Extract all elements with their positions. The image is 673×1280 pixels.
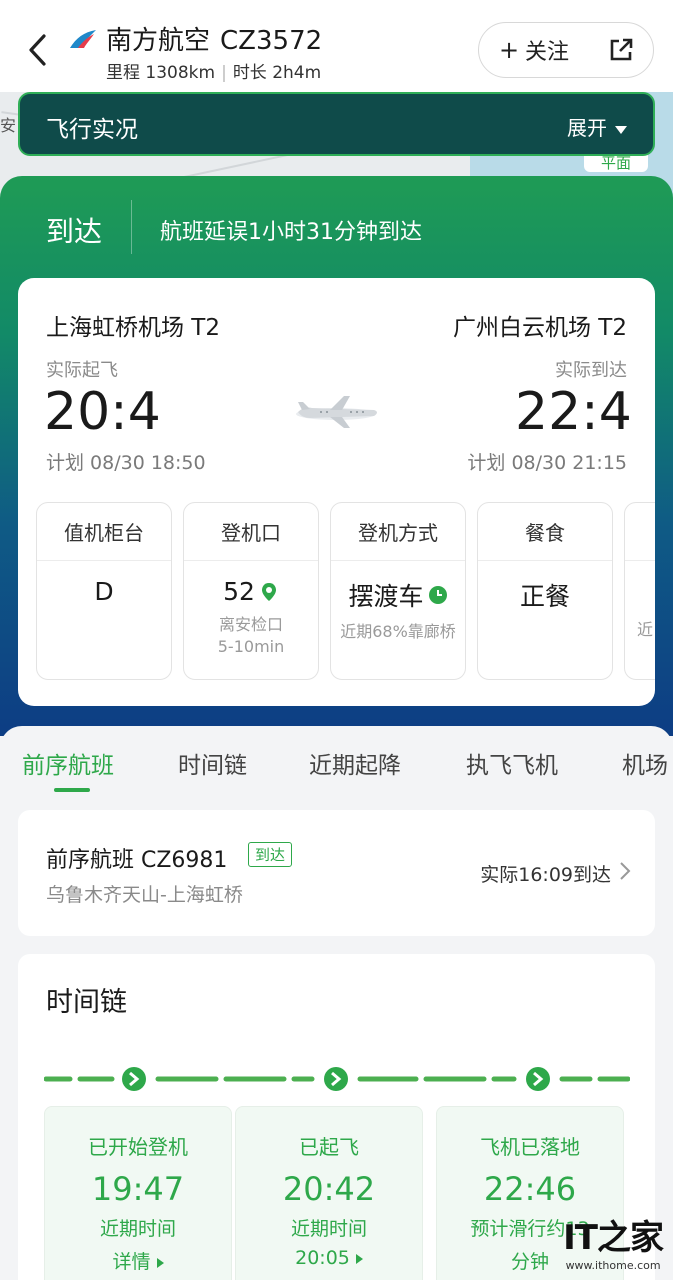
tile-value: 52: [184, 577, 318, 606]
previous-flight-actual: 实际16:09到达: [480, 864, 611, 886]
app-header: 南方航空 CZ3572 里程 1308km | 时长 2h4m + 关注: [0, 0, 673, 92]
stage-detail-link[interactable]: 详情: [45, 1247, 231, 1274]
tile-title: 登机口: [184, 503, 318, 561]
meal-tile[interactable]: 餐食 正餐: [477, 502, 613, 680]
caret-right-icon: [156, 1257, 164, 1268]
expand-button[interactable]: 展开: [567, 112, 627, 141]
previous-flight-title: 前序航班 CZ6981: [46, 848, 228, 873]
tab-indicator: [54, 788, 90, 792]
location-pin-icon: [261, 582, 276, 601]
chevron-right-icon: [620, 862, 631, 880]
tile-note: 近: [637, 620, 654, 639]
duration-text: 时长 2h4m: [232, 63, 322, 83]
arrival-status: 到达: [46, 215, 103, 248]
expand-label: 展开: [567, 116, 607, 140]
stage-boarding: 已开始登机 19:47 近期时间 详情: [44, 1106, 232, 1280]
follow-button[interactable]: + 关注: [479, 23, 589, 77]
arrival-plan: 计划 08/30 21:15: [467, 452, 627, 474]
tile-value: 摆渡车: [331, 577, 465, 613]
info-tiles: 值机柜台 D 登机口 52 离安检口 5-10min 登机方式 摆渡车 近期68…: [36, 502, 655, 682]
follow-label: 关注: [525, 40, 570, 65]
airline-name: 南方航空: [106, 26, 211, 56]
detail-section: 前序航班 时间链 近期起降 执飞飞机 机场 前序航班 CZ6981 到达 乌鲁木…: [0, 726, 673, 1280]
arrival-time: 22:46: [515, 382, 629, 442]
flight-meta: 里程 1308km | 时长 2h4m: [106, 63, 322, 83]
tile-title: 登机方式: [331, 503, 465, 561]
stage-label: 已起飞: [299, 1135, 359, 1159]
tab-time-chain[interactable]: 时间链: [178, 746, 247, 780]
arrival-kind: 实际到达: [555, 360, 627, 381]
stage-sub: 近期时间: [290, 1218, 367, 1240]
boarding-method-tile[interactable]: 登机方式 摆渡车 近期68%靠廊桥: [330, 502, 466, 680]
flight-title: 南方航空 CZ3572: [106, 20, 322, 57]
extra-tile[interactable]: 近: [624, 502, 655, 680]
tab-aircraft[interactable]: 执飞飞机: [466, 746, 558, 780]
flight-status-hero: 到达 航班延误1小时31分钟到达 上海虹桥机场 T2 广州白云机场 T2 实际起…: [0, 176, 673, 736]
stage-time: 20:42: [282, 1170, 376, 1208]
tile-note: 近期68%靠廊桥: [340, 622, 456, 641]
stage-takeoff: 已起飞 20:42 近期时间 20:05: [235, 1106, 423, 1280]
watermark-url: www.ithome.com: [565, 1259, 661, 1272]
time-chain-card: 时间链 已开始登机 19:47 近期时间 详情 已起飞 20:42 近期时间 2…: [18, 954, 655, 1280]
plus-icon: +: [498, 36, 520, 64]
stage-node-icon: [324, 1067, 348, 1091]
stage-time: 19:47: [91, 1170, 185, 1208]
caret-right-icon: [355, 1253, 363, 1264]
header-actions: + 关注: [478, 22, 654, 78]
departure-time: 20:42: [44, 382, 162, 442]
flight-live-label: 飞行实况: [46, 117, 138, 143]
tab-airport[interactable]: 机场: [622, 746, 668, 780]
arrival-airport: 广州白云机场 T2: [453, 315, 627, 341]
delay-message: 航班延误1小时31分钟到达: [160, 220, 422, 245]
departure-plan: 计划 08/30 18:50: [46, 452, 206, 474]
flight-time-card: 上海虹桥机场 T2 广州白云机场 T2 实际起飞 实际到达 20:42 22:4…: [18, 278, 655, 706]
tab-bar: 前序航班 时间链 近期起降 执飞飞机 机场: [0, 726, 673, 800]
stage-node-icon: [122, 1067, 146, 1091]
tab-previous-flight[interactable]: 前序航班: [22, 746, 114, 780]
tile-title: [625, 503, 655, 561]
status-badge: 到达: [248, 842, 293, 867]
stage-sub: 近期时间: [99, 1218, 176, 1240]
departure-airport: 上海虹桥机场 T2: [46, 315, 220, 341]
tile-title: 餐食: [478, 503, 612, 561]
stage-label: 飞机已落地: [480, 1135, 580, 1159]
flight-number: CZ3572: [220, 26, 323, 56]
share-button[interactable]: [589, 23, 653, 77]
airplane-icon: [296, 396, 377, 428]
stage-time: 22:46: [483, 1170, 577, 1208]
tile-note: 离安检口 5-10min: [217, 615, 285, 656]
stage-label: 已开始登机: [88, 1135, 188, 1159]
tile-value: D: [94, 577, 114, 606]
watermark-brand: IT之家: [563, 1218, 664, 1258]
caret-down-icon: [615, 125, 627, 134]
airline-logo-icon: [70, 30, 96, 48]
stage-detail-link[interactable]: 20:05: [236, 1247, 422, 1269]
previous-flight-route: 乌鲁木齐天山-上海虹桥: [46, 884, 243, 906]
watermark-logo: IT之家 www.ithome.com: [563, 1210, 664, 1272]
tab-recent-ops[interactable]: 近期起降: [309, 746, 401, 780]
map-label: 安: [0, 116, 17, 135]
clock-icon: [428, 586, 447, 604]
time-chain-progress: [44, 1067, 630, 1091]
back-arrow-icon[interactable]: [22, 30, 56, 70]
time-chain-title: 时间链: [46, 987, 127, 1018]
previous-flight-card[interactable]: 前序航班 CZ6981 到达 乌鲁木齐天山-上海虹桥 实际16:09到达: [18, 810, 655, 936]
flight-live-bar[interactable]: 飞行实况 展开: [18, 92, 655, 156]
tile-value: 正餐: [519, 582, 570, 611]
tile-title: 值机柜台: [37, 503, 171, 561]
checkin-counter-tile[interactable]: 值机柜台 D: [36, 502, 172, 680]
share-icon: [610, 38, 633, 61]
stage-node-icon: [526, 1067, 550, 1091]
distance-text: 里程 1308km: [106, 63, 216, 83]
gate-tile[interactable]: 登机口 52 离安检口 5-10min: [183, 502, 319, 680]
departure-kind: 实际起飞: [46, 360, 118, 381]
